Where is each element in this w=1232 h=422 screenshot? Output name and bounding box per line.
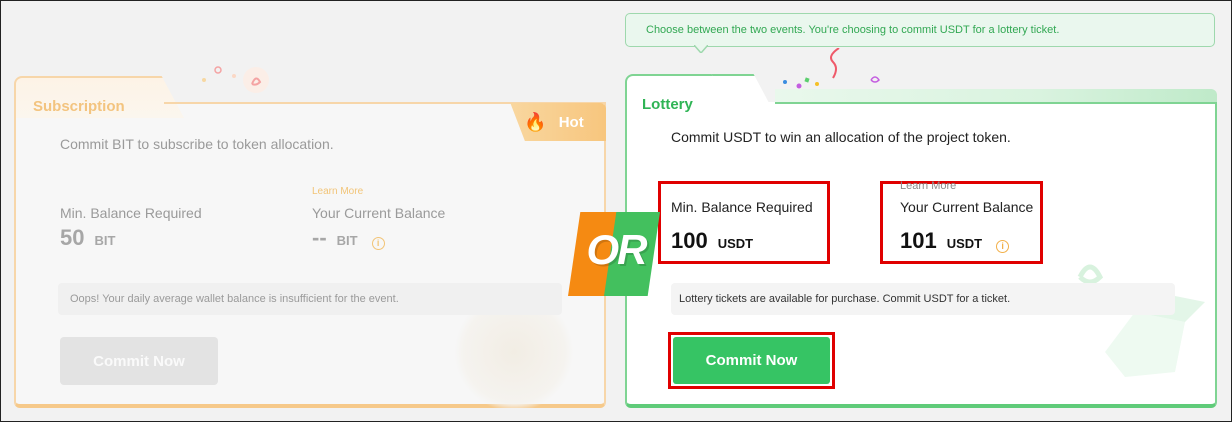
subscription-description: Commit BIT to subscribe to token allocat… — [60, 136, 334, 152]
hot-badge-label: Hot — [558, 113, 584, 131]
lottery-min-balance-label: Min. Balance Required — [671, 199, 813, 215]
or-badge: OR — [568, 212, 660, 296]
subscription-current-balance: -- BIT i — [312, 225, 385, 251]
tooltip-arrow — [694, 45, 708, 53]
lottery-top-border — [775, 102, 1217, 104]
lottery-current-balance-unit: USDT — [946, 236, 983, 251]
confetti-icon — [783, 48, 880, 89]
info-circle-icon[interactable]: i — [996, 239, 1010, 253]
subscription-min-balance-unit: BIT — [94, 233, 116, 248]
lottery-current-balance: 101 USDT i — [900, 228, 1010, 254]
lottery-learn-more-link[interactable]: Learn More — [900, 180, 956, 192]
subscription-warning: Oops! Your daily average wallet balance … — [58, 283, 562, 315]
subscription-title: Subscription — [33, 98, 125, 115]
lottery-title: Lottery — [642, 96, 693, 113]
lottery-description: Commit USDT to win an allocation of the … — [671, 129, 1011, 145]
lottery-commit-button[interactable]: Commit Now — [673, 337, 830, 384]
lottery-min-balance-unit: USDT — [717, 236, 754, 251]
or-label: OR — [586, 226, 648, 273]
subscription-current-balance-unit: BIT — [336, 233, 358, 248]
token-logo-icon — [202, 66, 269, 93]
lottery-min-balance: 100 USDT — [671, 228, 753, 254]
subscription-learn-more-link[interactable]: Learn More — [312, 186, 363, 197]
subscription-min-balance-label: Min. Balance Required — [60, 205, 202, 221]
subscription-commit-button[interactable]: Commit Now — [60, 337, 218, 385]
lottery-tooltip: Choose between the two events. You're ch… — [625, 13, 1215, 47]
flame-icon: 🔥 — [524, 111, 547, 132]
subscription-current-balance-label: Your Current Balance — [312, 205, 446, 221]
subscription-min-balance-value: 50 — [60, 225, 85, 250]
lottery-min-balance-value: 100 — [671, 228, 708, 253]
info-circle-icon[interactable]: i — [371, 236, 385, 250]
lottery-card[interactable]: Lottery Commit USDT to win an allocation… — [625, 48, 1217, 408]
subscription-min-balance: 50 BIT — [60, 225, 115, 251]
subscription-card[interactable]: Subscription 🔥 Hot Commit BIT to subscri… — [14, 62, 606, 412]
lottery-current-balance-value: 101 — [900, 228, 937, 253]
lottery-current-balance-label: Your Current Balance — [900, 199, 1034, 215]
subscription-current-balance-value: -- — [312, 225, 327, 250]
lottery-info-message: Lottery tickets are available for purcha… — [671, 283, 1175, 315]
